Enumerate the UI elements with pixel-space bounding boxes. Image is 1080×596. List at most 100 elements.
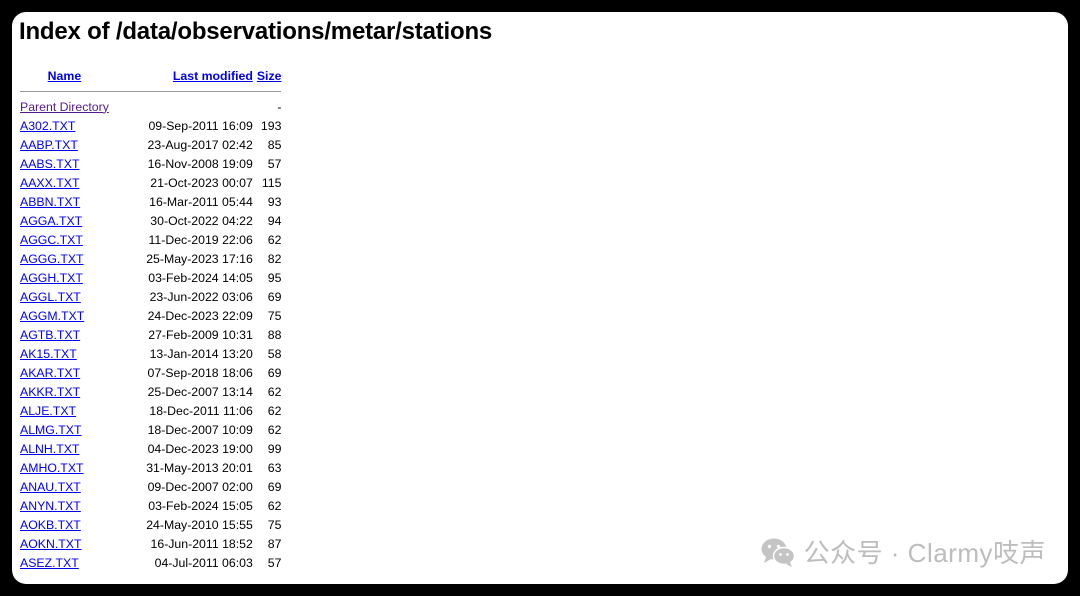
size-cell: 75 <box>267 308 282 323</box>
size-cell: 69 <box>267 365 282 380</box>
size-cell: 93 <box>267 194 282 209</box>
sort-by-name-link[interactable]: Name <box>48 69 82 83</box>
watermark: 公众号 · Clarmy吱声 <box>760 533 1046 570</box>
size-cell: 75 <box>267 517 282 532</box>
sort-by-last-modified-link[interactable]: Last modified <box>173 69 253 83</box>
size-cell: 62 <box>267 498 282 513</box>
last-modified-cell: 16-Mar-2011 05:44 <box>149 194 253 209</box>
last-modified-column-header: Last modified <box>111 66 255 85</box>
last-modified-cell: 07-Sep-2018 18:06 <box>147 365 253 380</box>
file-row: AGGC.TXT 11-Dec-2019 22:06 62 <box>18 230 283 249</box>
file-link[interactable]: A302.TXT <box>20 119 75 133</box>
last-modified-cell: 21-Oct-2023 00:07 <box>150 175 253 190</box>
file-link[interactable]: AABP.TXT <box>20 138 78 152</box>
file-row: AABS.TXT 16-Nov-2008 19:09 57 <box>18 154 283 173</box>
file-row: AMHO.TXT 31-May-2013 20:01 63 <box>18 458 283 477</box>
file-link[interactable]: AOKB.TXT <box>20 518 81 532</box>
size-cell: 88 <box>267 327 282 342</box>
file-link[interactable]: AGGC.TXT <box>20 233 83 247</box>
size-cell: 62 <box>267 384 282 399</box>
last-modified-cell: 18-Dec-2011 11:06 <box>149 403 253 418</box>
size-cell: 62 <box>267 232 282 247</box>
size-cell: 99 <box>267 441 282 456</box>
file-link[interactable]: ALMG.TXT <box>20 423 82 437</box>
file-link[interactable]: AGGM.TXT <box>20 309 84 323</box>
last-modified-cell: 13-Jan-2014 13:20 <box>149 346 253 361</box>
size-cell: 95 <box>267 270 282 285</box>
file-row: AGGG.TXT 25-May-2023 17:16 82 <box>18 249 283 268</box>
size-cell: 69 <box>267 479 282 494</box>
file-link[interactable]: AGTB.TXT <box>20 328 80 342</box>
file-row: AKKR.TXT 25-Dec-2007 13:14 62 <box>18 382 283 401</box>
last-modified-cell: 16-Jun-2011 18:52 <box>150 536 253 551</box>
last-modified-cell: 24-Dec-2023 22:09 <box>147 308 253 323</box>
file-link[interactable]: AGGL.TXT <box>20 290 81 304</box>
last-modified-cell: 09-Sep-2011 16:09 <box>148 118 253 133</box>
size-cell: 193 <box>260 118 282 133</box>
size-cell: 62 <box>267 422 282 437</box>
last-modified-cell: 31-May-2013 20:01 <box>146 460 253 475</box>
file-row: AOKN.TXT 16-Jun-2011 18:52 87 <box>18 534 283 553</box>
file-link[interactable]: ABBN.TXT <box>20 195 80 209</box>
size-column-header: Size <box>255 66 284 85</box>
browser-page: Index of /data/observations/metar/statio… <box>12 12 1068 584</box>
size-cell: 87 <box>267 536 282 551</box>
last-modified-cell: 16-Nov-2008 19:09 <box>147 156 253 171</box>
file-link[interactable]: AABS.TXT <box>20 157 79 171</box>
file-row: AAXX.TXT 21-Oct-2023 00:07 115 <box>18 173 283 192</box>
parent-size-cell: - <box>277 99 282 114</box>
file-row: AKAR.TXT 07-Sep-2018 18:06 69 <box>18 363 283 382</box>
file-link[interactable]: ALNH.TXT <box>20 442 79 456</box>
size-cell: 69 <box>267 289 282 304</box>
last-modified-cell: 25-Dec-2007 13:14 <box>147 384 253 399</box>
file-row: ALNH.TXT 04-Dec-2023 19:00 99 <box>18 439 283 458</box>
file-link[interactable]: AK15.TXT <box>20 347 77 361</box>
file-link[interactable]: AGGH.TXT <box>20 271 83 285</box>
file-row: ALMG.TXT 18-Dec-2007 10:09 62 <box>18 420 283 439</box>
file-link[interactable]: ANYN.TXT <box>20 499 81 513</box>
parent-directory-link[interactable]: Parent Directory <box>20 100 109 114</box>
size-cell: 82 <box>267 251 282 266</box>
file-link[interactable]: AKKR.TXT <box>20 385 80 399</box>
directory-listing-table: Name Last modified Size Parent Directory… <box>18 66 283 572</box>
file-link[interactable]: AGGA.TXT <box>20 214 82 228</box>
file-link[interactable]: ALJE.TXT <box>20 404 76 418</box>
last-modified-cell: 03-Feb-2024 14:05 <box>148 270 253 285</box>
wechat-icon <box>760 536 796 568</box>
size-cell: 63 <box>267 460 282 475</box>
file-link[interactable]: AMHO.TXT <box>20 461 84 475</box>
header-divider <box>20 91 282 92</box>
last-modified-cell: 04-Dec-2023 19:00 <box>147 441 253 456</box>
size-cell: 57 <box>267 555 282 570</box>
watermark-text: 公众号 · Clarmy吱声 <box>803 538 1046 568</box>
file-row: AABP.TXT 23-Aug-2017 02:42 85 <box>18 135 283 154</box>
last-modified-cell: 09-Dec-2007 02:00 <box>147 479 253 494</box>
header-row: Name Last modified Size <box>18 66 283 85</box>
file-link[interactable]: AAXX.TXT <box>20 176 79 190</box>
file-row: A302.TXT 09-Sep-2011 16:09 193 <box>18 116 283 135</box>
page-title: Index of /data/observations/metar/statio… <box>19 18 493 45</box>
last-modified-cell: 30-Oct-2022 04:22 <box>150 213 253 228</box>
file-row: ANYN.TXT 03-Feb-2024 15:05 62 <box>18 496 283 515</box>
last-modified-cell: 23-Aug-2017 02:42 <box>147 137 253 152</box>
file-row: AGGA.TXT 30-Oct-2022 04:22 94 <box>18 211 283 230</box>
file-row: AOKB.TXT 24-May-2010 15:55 75 <box>18 515 283 534</box>
last-modified-cell: 11-Dec-2019 22:06 <box>148 232 253 247</box>
file-link[interactable]: AKAR.TXT <box>20 366 80 380</box>
file-link[interactable]: ANAU.TXT <box>20 480 81 494</box>
last-modified-cell: 27-Feb-2009 10:31 <box>148 327 253 342</box>
file-link[interactable]: AOKN.TXT <box>20 537 82 551</box>
sort-by-size-link[interactable]: Size <box>257 69 282 83</box>
size-cell: 62 <box>267 403 282 418</box>
last-modified-cell: 04-Jul-2011 06:03 <box>154 555 253 570</box>
file-link[interactable]: AGGG.TXT <box>20 252 84 266</box>
file-row: ASEZ.TXT 04-Jul-2011 06:03 57 <box>18 553 283 572</box>
file-row: ABBN.TXT 16-Mar-2011 05:44 93 <box>18 192 283 211</box>
file-row: AGGH.TXT 03-Feb-2024 14:05 95 <box>18 268 283 287</box>
file-link[interactable]: ASEZ.TXT <box>20 556 79 570</box>
size-cell: 57 <box>267 156 282 171</box>
size-cell: 94 <box>267 213 282 228</box>
last-modified-cell: 23-Jun-2022 03:06 <box>149 289 253 304</box>
last-modified-cell: 03-Feb-2024 15:05 <box>148 498 253 513</box>
file-row: ANAU.TXT 09-Dec-2007 02:00 69 <box>18 477 283 496</box>
